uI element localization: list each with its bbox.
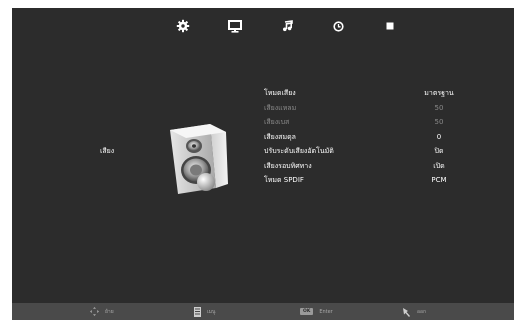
category-title: เสียง: [100, 147, 115, 155]
exit-icon: [403, 307, 410, 317]
monitor-icon: [228, 19, 242, 33]
menu-item[interactable]: โหมดเสียง มาตรฐาน: [264, 86, 484, 101]
menu-item-value: 0: [436, 132, 442, 141]
hint-menu-label: เมนู: [207, 308, 216, 315]
menu-item-label: เสียงแหลม: [264, 103, 297, 112]
hint-move: ย้าย: [90, 303, 114, 320]
ok-badge: OK: [300, 308, 314, 315]
tv-osd-screen: เสียง โหมดเสียง มาตรฐาน เสียงแหลม 50 เสี…: [12, 8, 514, 320]
hint-enter-label: Enter: [319, 308, 333, 315]
hint-enter: OK Enter: [300, 303, 333, 320]
hint-move-label: ย้าย: [105, 308, 114, 315]
tab-lock[interactable]: [381, 18, 399, 34]
menu-item[interactable]: เสียงเบส 50: [264, 115, 484, 130]
menu-item-value: PCM: [431, 176, 447, 184]
menu-item-value: 50: [434, 118, 444, 126]
hint-exit-label: ออก: [417, 308, 427, 315]
hint-menu: เมนู: [194, 303, 215, 320]
menu-item-label: เสียงสมดุล: [264, 132, 296, 141]
clock-icon: [332, 20, 344, 32]
menu-item[interactable]: ปรับระดับเสียงอัตโนมัติ ปิด: [264, 144, 484, 159]
menu-item-value: ปิด: [434, 147, 444, 155]
tab-time[interactable]: [329, 18, 347, 34]
menu-item-value: มาตรฐาน: [424, 89, 454, 97]
dpad-icon: [90, 307, 99, 316]
menu-item[interactable]: เสียงสมดุล 0: [264, 130, 484, 145]
tab-sound[interactable]: [278, 18, 296, 34]
bottom-hint-bar: ย้าย เมนู OK Enter ออก: [12, 303, 514, 320]
music-note-icon: [283, 20, 293, 32]
menu-item-label: โหมดเสียง: [264, 89, 296, 97]
menu-item[interactable]: เสียงรอบทิศทาง เปิด: [264, 159, 484, 174]
menu-item-label: ปรับระดับเสียงอัตโนมัติ: [264, 147, 334, 155]
menu-item-value: 50: [434, 103, 444, 112]
top-tab-bar: [12, 8, 514, 42]
menu-icon: [194, 306, 201, 317]
menu-item-label: เสียงรอบทิศทาง: [264, 161, 312, 170]
square-icon: [386, 22, 394, 30]
gear-icon: [176, 19, 190, 33]
tab-picture[interactable]: [226, 18, 244, 34]
menu-item-value: เปิด: [433, 161, 445, 170]
menu-item-label: โหมด SPDIF: [264, 176, 304, 184]
menu-item[interactable]: เสียงแหลม 50: [264, 101, 484, 116]
hint-exit: ออก: [402, 303, 426, 320]
menu-item-label: เสียงเบส: [264, 118, 290, 126]
tab-settings[interactable]: [174, 18, 192, 34]
speaker-icon: [164, 118, 234, 198]
sound-settings-menu: โหมดเสียง มาตรฐาน เสียงแหลม 50 เสียงเบส 50 เสี…: [264, 86, 484, 188]
menu-item[interactable]: โหมด SPDIF PCM: [264, 173, 484, 188]
